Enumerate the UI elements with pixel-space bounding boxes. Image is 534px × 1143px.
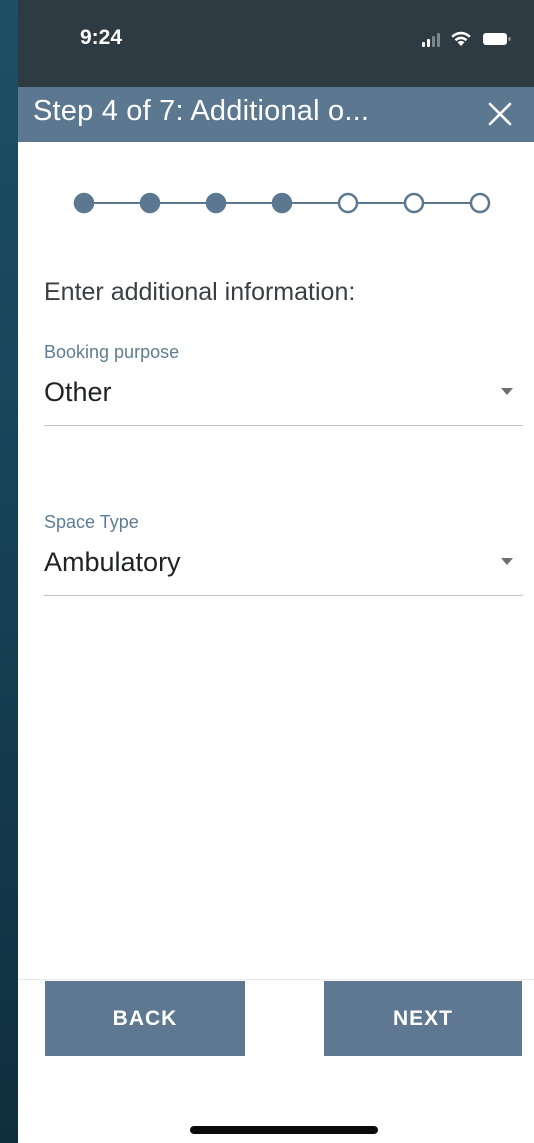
close-button[interactable] <box>484 98 516 130</box>
chevron-down-icon <box>501 388 513 395</box>
space-type-label: Space Type <box>44 512 139 532</box>
step-dot-completed <box>205 192 227 214</box>
booking-purpose-label: Booking purpose <box>44 342 180 362</box>
next-button[interactable]: NEXT <box>324 981 522 1056</box>
space-type-field: Space Type Ambulatory <box>44 512 523 596</box>
status-bar: 9:24 <box>18 0 534 87</box>
form-instructions: Enter additional information: <box>44 278 356 306</box>
booking-purpose-field: Booking purpose Other <box>44 342 523 426</box>
step-dot-pending <box>337 192 359 214</box>
back-button[interactable]: BACK <box>45 981 245 1056</box>
step-dot-pending <box>469 192 491 214</box>
page-title: Step 4 of 7: Additional o... <box>33 95 370 127</box>
background-screen-edge <box>0 0 18 1143</box>
step-dot-completed <box>271 192 293 214</box>
step-dot-completed <box>73 192 95 214</box>
home-indicator <box>190 1126 378 1134</box>
status-icons <box>422 30 512 47</box>
wizard-header: Step 4 of 7: Additional o... <box>18 87 534 142</box>
step-progress-indicator <box>73 192 491 214</box>
footer-divider <box>18 979 534 980</box>
booking-purpose-select[interactable]: Other <box>44 375 523 426</box>
step-dot-completed <box>139 192 161 214</box>
space-type-value: Ambulatory <box>44 547 181 577</box>
wifi-icon <box>451 31 471 46</box>
chevron-down-icon <box>501 558 513 565</box>
status-time: 9:24 <box>80 26 123 49</box>
battery-icon <box>483 33 511 45</box>
close-icon <box>488 102 512 126</box>
step-dot-pending <box>403 192 425 214</box>
space-type-select[interactable]: Ambulatory <box>44 545 523 596</box>
booking-purpose-value: Other <box>44 377 112 407</box>
cellular-signal-icon <box>422 31 440 47</box>
